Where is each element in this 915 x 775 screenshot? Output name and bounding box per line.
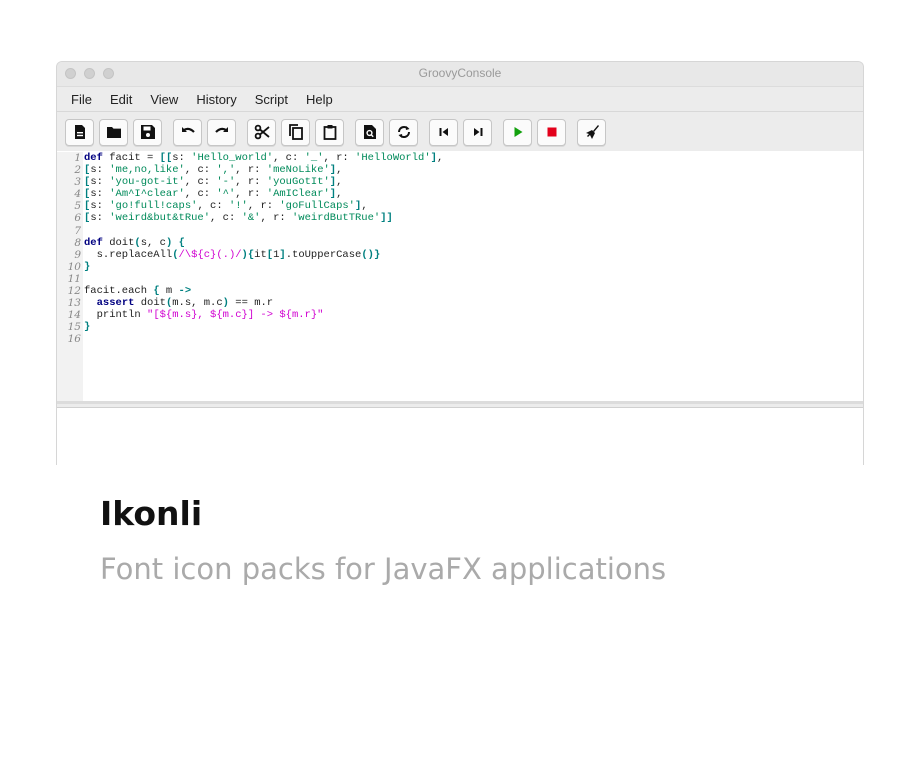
clear-output-button[interactable] [577, 118, 606, 146]
code-line: println "[${m.s}, ${m.c}] -> ${m.r}" [84, 309, 324, 322]
redo-icon [214, 127, 228, 133]
find-icon [363, 125, 376, 139]
menu-history[interactable]: History [196, 92, 236, 107]
clear-output-icon [585, 125, 599, 139]
line-number-gutter: 1 2 3 4 5 6 7 8 9 10 11 12 13 14 15 16 [57, 152, 83, 401]
line-number: 14 [67, 309, 81, 322]
toolbar [57, 111, 863, 153]
redo-button[interactable] [207, 118, 236, 146]
output-pane[interactable] [57, 407, 863, 465]
undo-button[interactable] [173, 118, 202, 146]
new-file-icon [74, 125, 85, 139]
paste-button[interactable] [315, 118, 344, 146]
groovy-console-window: GroovyConsole File Edit View History Scr… [56, 61, 864, 465]
code-area[interactable]: def facit = [[s: 'Hello_world', c: '_', … [84, 152, 443, 346]
code-line: s.replaceAll(/\${c}(.)/){it[1].toUpperCa… [84, 248, 381, 261]
code-line: facit.each { m -> [84, 285, 192, 298]
line-number: 9 [74, 248, 81, 261]
script-editor[interactable]: 1 2 3 4 5 6 7 8 9 10 11 12 13 14 15 16 d… [57, 151, 863, 404]
previous-history-icon [439, 128, 448, 136]
copy-icon [288, 124, 303, 140]
next-history-button[interactable] [463, 118, 492, 146]
open-file-button[interactable] [99, 118, 128, 146]
window-title: GroovyConsole [418, 66, 502, 80]
menu-script[interactable]: Script [255, 92, 288, 107]
line-number: 8 [74, 236, 81, 249]
paste-icon [323, 125, 336, 140]
code-line: assert doit(m.s, m.c) == m.r [96, 297, 274, 310]
save-button[interactable] [133, 118, 162, 146]
line-number: 1 [74, 152, 81, 164]
page-title: Ikonli [100, 494, 203, 533]
line-number: 16 [67, 333, 81, 346]
line-number: 13 [67, 297, 81, 310]
line-number: 10 [67, 260, 81, 273]
menu-view[interactable]: View [150, 92, 178, 107]
run-script-button[interactable] [503, 118, 532, 146]
replace-button[interactable] [389, 118, 418, 146]
code-line: } [84, 260, 91, 273]
code-line: [s: 'Am^I^clear', c: '^', r: 'AmIClear']… [84, 188, 343, 201]
line-number: 5 [74, 200, 81, 213]
code-line: def doit(s, c) { [84, 236, 185, 249]
title-bar: GroovyConsole [57, 62, 863, 87]
menu-help[interactable]: Help [306, 92, 333, 107]
next-history-icon [473, 128, 482, 136]
menu-edit[interactable]: Edit [110, 92, 132, 107]
code-line: [s: 'go!full!caps', c: '!', r: 'goFullCa… [84, 200, 368, 213]
code-line: [s: 'weird&but&tRue', c: '&', r: 'weirdB… [84, 212, 393, 225]
menu-file[interactable]: File [71, 92, 92, 107]
cut-icon [254, 124, 270, 140]
line-number: 2 [74, 164, 81, 177]
stop-script-button[interactable] [537, 118, 566, 146]
line-number: 12 [67, 285, 81, 298]
replace-icon [397, 126, 410, 138]
line-number: 11 [67, 272, 81, 285]
stop-icon [547, 127, 556, 137]
undo-icon [181, 127, 195, 133]
previous-history-button[interactable] [429, 118, 458, 146]
code-line: def facit = [[s: 'Hello_world', c: '_', … [84, 152, 444, 164]
line-number: 6 [74, 212, 81, 225]
line-number: 7 [74, 224, 81, 237]
line-number: 15 [67, 321, 81, 334]
code-line: } [84, 321, 91, 334]
line-number: 3 [74, 176, 81, 189]
line-number: 4 [74, 188, 81, 201]
cut-button[interactable] [247, 118, 276, 146]
menu-bar: File Edit View History Script Help [57, 87, 863, 111]
open-folder-icon [106, 127, 121, 138]
new-file-button[interactable] [65, 118, 94, 146]
run-icon [514, 127, 522, 137]
find-button[interactable] [355, 118, 384, 146]
copy-button[interactable] [281, 118, 310, 146]
page-subtitle: Font icon packs for JavaFX applications [100, 552, 667, 586]
code-line: [s: 'me,no,like', c: ',', r: 'meNoLike']… [84, 164, 343, 177]
save-icon [140, 125, 155, 139]
code-line: [s: 'you-got-it', c: '-', r: 'youGotIt']… [84, 176, 343, 189]
